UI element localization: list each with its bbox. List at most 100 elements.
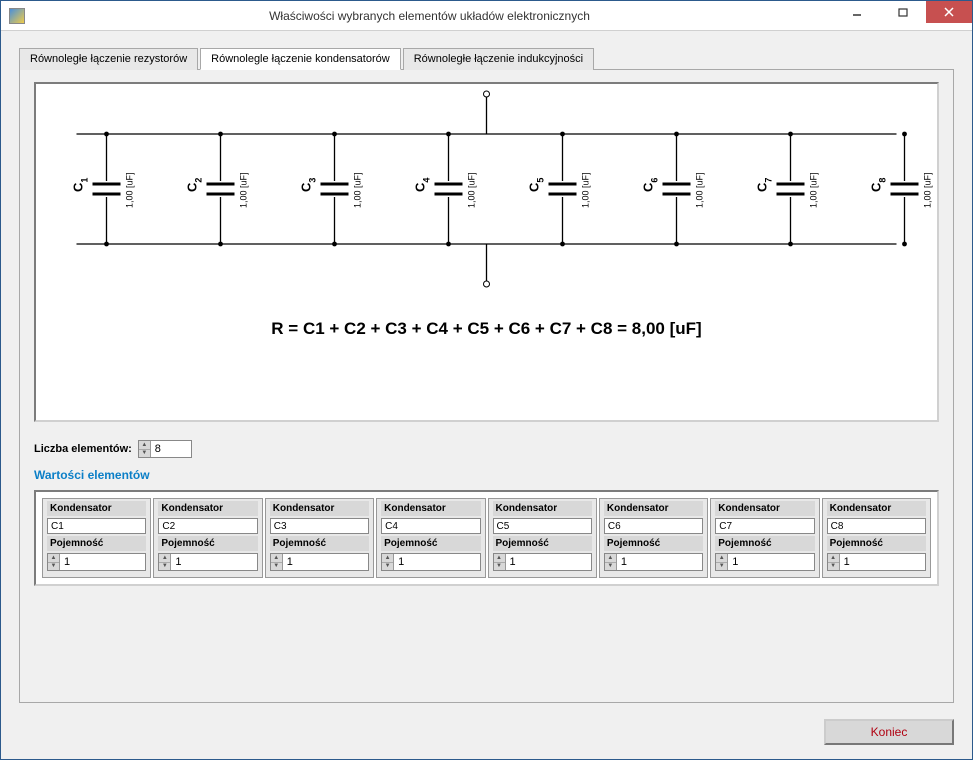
elements-box: KondensatorC1Pojemność▲▼KondensatorC2Poj… <box>34 490 939 586</box>
stepper-buttons: ▲▼ <box>716 554 728 570</box>
app-icon <box>9 8 25 24</box>
capacitor-label: C4 <box>413 178 432 192</box>
capacitor-label: C5 <box>527 178 546 192</box>
capacity-stepper[interactable]: ▲▼ <box>158 553 257 571</box>
circuit-svg: C11,00 [uF]C21,00 [uF]C31,00 [uF]C41,00 … <box>36 84 937 314</box>
element-name-field[interactable]: C1 <box>47 518 146 534</box>
capacity-input[interactable] <box>60 554 145 570</box>
close-button[interactable] <box>926 1 972 23</box>
capacity-header: Pojemność <box>47 536 146 551</box>
capacitor-value: 1,00 [uF] <box>353 172 363 208</box>
capacitor-value: 1,00 [uF] <box>239 172 249 208</box>
content-area: Równoległe łączenie rezystorów Równolegl… <box>1 31 972 759</box>
element-header: Kondensator <box>715 501 814 516</box>
capacity-stepper[interactable]: ▲▼ <box>270 553 369 571</box>
element-name-field[interactable]: C2 <box>158 518 257 534</box>
stepper-down-icon[interactable]: ▼ <box>382 563 393 571</box>
stepper-buttons: ▲▼ <box>828 554 840 570</box>
capacity-stepper[interactable]: ▲▼ <box>827 553 926 571</box>
tab-inductors[interactable]: Równoległe łączenie indukcyjności <box>403 48 594 70</box>
stepper-buttons: ▲▼ <box>48 554 60 570</box>
capacity-input[interactable] <box>283 554 368 570</box>
maximize-icon <box>898 7 908 17</box>
stepper-down-icon[interactable]: ▼ <box>605 563 616 571</box>
stepper-up-icon[interactable]: ▲ <box>48 554 59 563</box>
element-name-field[interactable]: C6 <box>604 518 703 534</box>
element-column: Kondensator C4 Pojemność ▲▼ <box>376 498 485 578</box>
element-count-stepper[interactable]: ▲ ▼ <box>138 440 192 458</box>
element-header: Kondensator <box>604 501 703 516</box>
capacity-header: Pojemność <box>493 536 592 551</box>
capacity-input[interactable] <box>506 554 591 570</box>
stepper-up-icon[interactable]: ▲ <box>382 554 393 563</box>
element-column: Kondensator C3 Pojemność ▲▼ <box>265 498 374 578</box>
capacity-stepper[interactable]: ▲▼ <box>604 553 703 571</box>
stepper-down-icon[interactable]: ▼ <box>271 563 282 571</box>
tab-resistors[interactable]: Równoległe łączenie rezystorów <box>19 48 198 70</box>
element-header: Kondensator <box>270 501 369 516</box>
capacity-stepper[interactable]: ▲▼ <box>715 553 814 571</box>
stepper-down-icon[interactable]: ▼ <box>48 563 59 571</box>
capacitor-label: C7 <box>755 178 774 192</box>
stepper-up-icon[interactable]: ▲ <box>605 554 616 563</box>
formula-text: R = C1 + C2 + C3 + C4 + C5 + C6 + C7 + C… <box>36 319 937 339</box>
element-count-label: Liczba elementów: <box>34 443 132 455</box>
capacity-stepper[interactable]: ▲▼ <box>381 553 480 571</box>
element-count-input[interactable] <box>151 441 191 457</box>
capacity-header: Pojemność <box>158 536 257 551</box>
element-name-field[interactable]: C3 <box>270 518 369 534</box>
capacitor-value: 1,00 [uF] <box>581 172 591 208</box>
capacity-input[interactable] <box>394 554 479 570</box>
capacitor-label: C2 <box>185 178 204 192</box>
capacity-input[interactable] <box>171 554 256 570</box>
capacity-input[interactable] <box>840 554 925 570</box>
element-column: KondensatorC5Pojemność▲▼ <box>488 498 597 578</box>
stepper-up-icon[interactable]: ▲ <box>716 554 727 563</box>
element-column: KondensatorC8Pojemność▲▼ <box>822 498 931 578</box>
stepper-up-icon[interactable]: ▲ <box>139 441 150 450</box>
titlebar: Właściwości wybranych elementów układów … <box>1 1 972 31</box>
stepper-down-icon[interactable]: ▼ <box>139 450 150 458</box>
capacity-header: Pojemność <box>381 536 480 551</box>
element-name-field[interactable]: C5 <box>493 518 592 534</box>
capacity-stepper[interactable]: ▲▼ <box>493 553 592 571</box>
capacitor-value: 1,00 [uF] <box>125 172 135 208</box>
capacity-input[interactable] <box>728 554 813 570</box>
capacitor-label: C6 <box>641 178 660 192</box>
element-name-field[interactable]: C7 <box>715 518 814 534</box>
element-name-field[interactable]: C8 <box>827 518 926 534</box>
circuit-diagram: C11,00 [uF]C21,00 [uF]C31,00 [uF]C41,00 … <box>34 82 939 422</box>
maximize-button[interactable] <box>880 1 926 23</box>
element-column: KondensatorC6Pojemność▲▼ <box>599 498 708 578</box>
capacity-header: Pojemność <box>827 536 926 551</box>
stepper-down-icon[interactable]: ▼ <box>828 563 839 571</box>
capacity-header: Pojemność <box>715 536 814 551</box>
capacitor-value: 1,00 [uF] <box>809 172 819 208</box>
element-header: Kondensator <box>158 501 257 516</box>
app-window: Właściwości wybranych elementów układów … <box>0 0 973 760</box>
stepper-up-icon[interactable]: ▲ <box>159 554 170 563</box>
element-name-field[interactable]: C4 <box>381 518 480 534</box>
capacity-stepper[interactable]: ▲▼ <box>47 553 146 571</box>
stepper-up-icon[interactable]: ▲ <box>271 554 282 563</box>
stepper-buttons: ▲▼ <box>605 554 617 570</box>
capacitor-label: C3 <box>299 178 318 192</box>
stepper-down-icon[interactable]: ▼ <box>494 563 505 571</box>
stepper-down-icon[interactable]: ▼ <box>159 563 170 571</box>
tab-capacitors[interactable]: Równolegle łączenie kondensatorów <box>200 48 401 70</box>
capacity-header: Pojemność <box>270 536 369 551</box>
stepper-down-icon[interactable]: ▼ <box>716 563 727 571</box>
stepper-buttons: ▲▼ <box>382 554 394 570</box>
values-section-title: Wartości elementów <box>34 468 939 482</box>
stepper-buttons: ▲▼ <box>271 554 283 570</box>
titlebar-buttons <box>834 1 972 30</box>
stepper-buttons: ▲▼ <box>159 554 171 570</box>
end-button[interactable]: Koniec <box>824 719 954 745</box>
capacity-input[interactable] <box>617 554 702 570</box>
minimize-button[interactable] <box>834 1 880 23</box>
element-header: Kondensator <box>381 501 480 516</box>
stepper-up-icon[interactable]: ▲ <box>828 554 839 563</box>
stepper-up-icon[interactable]: ▲ <box>494 554 505 563</box>
element-column: Kondensator C2 Pojemność ▲▼ <box>153 498 262 578</box>
element-count-row: Liczba elementów: ▲ ▼ <box>34 440 939 458</box>
